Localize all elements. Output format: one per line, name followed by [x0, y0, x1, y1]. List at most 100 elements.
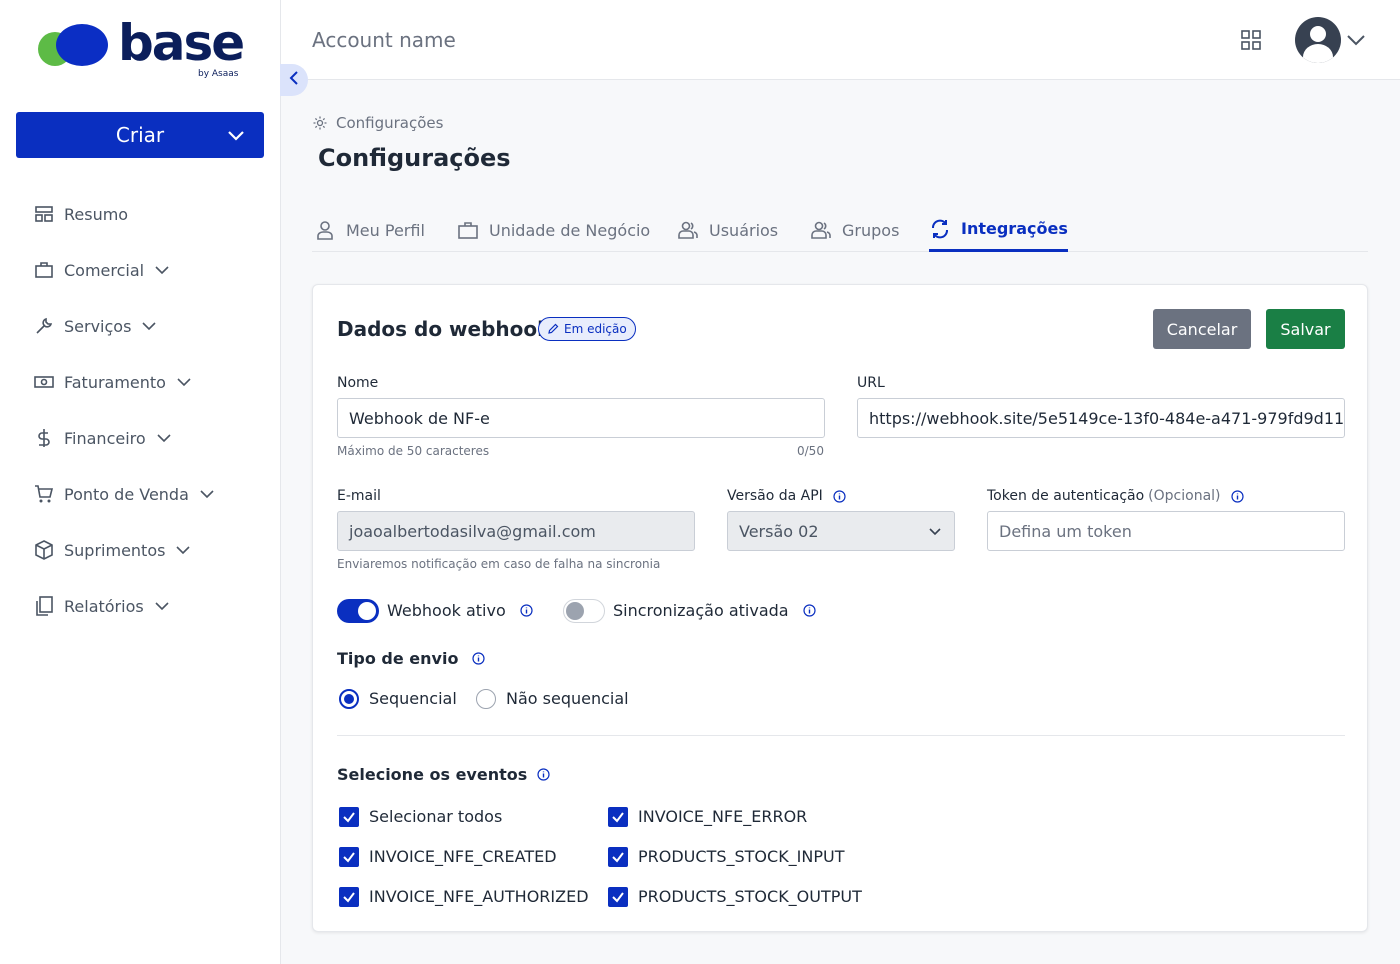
webhook-active-label: Webhook ativo: [387, 601, 533, 620]
sidebar-item-servicos[interactable]: Serviços: [0, 298, 281, 354]
name-field[interactable]: Webhook de NF-e: [337, 398, 825, 438]
chevron-down-icon: [141, 318, 157, 334]
radio-label-sequencial[interactable]: Sequencial: [369, 689, 457, 708]
info-icon[interactable]: [472, 652, 486, 665]
chevron-down-icon: [175, 542, 191, 558]
checkbox-label[interactable]: INVOICE_NFE_CREATED: [369, 847, 557, 866]
avatar[interactable]: [1295, 17, 1341, 63]
url-label: URL: [857, 375, 885, 391]
cart-icon: [34, 484, 54, 504]
webhook-active-toggle[interactable]: [337, 599, 379, 623]
url-label-text: URL: [857, 375, 885, 391]
chevron-down-icon[interactable]: [1345, 30, 1367, 50]
create-button[interactable]: Criar: [16, 112, 264, 158]
radio-sequencial[interactable]: [339, 689, 359, 709]
chevron-down-icon: [226, 125, 246, 145]
collapse-sidebar-button[interactable]: [280, 64, 308, 96]
sidebar: base by Asaas Criar Resumo Comercial Ser…: [0, 0, 281, 964]
info-icon[interactable]: [833, 489, 846, 503]
checkbox-products-stock-input[interactable]: [608, 847, 628, 867]
sidebar-item-ponto-de-venda[interactable]: Ponto de Venda: [0, 466, 281, 522]
chevron-down-icon: [154, 598, 170, 614]
info-icon[interactable]: [537, 768, 550, 781]
name-hint: Máximo de 50 caracteres: [337, 444, 490, 458]
chevron-down-icon: [154, 262, 170, 278]
tab-label: Grupos: [842, 220, 900, 240]
sidebar-item-faturamento[interactable]: Faturamento: [0, 354, 281, 410]
group-icon: [810, 219, 832, 241]
sync-toggle[interactable]: [563, 599, 605, 623]
page-title: Configurações: [318, 144, 511, 172]
sidebar-item-label: Serviços: [64, 316, 132, 336]
apps-grid-icon[interactable]: [1241, 30, 1261, 50]
token-label-text: Token de autenticação: [987, 488, 1145, 504]
checkbox-products-stock-output[interactable]: [608, 887, 628, 907]
checkbox-label[interactable]: Selecionar todos: [369, 807, 502, 826]
brand-logo[interactable]: base by Asaas: [36, 14, 256, 84]
briefcase-icon: [34, 260, 54, 280]
tab-usuarios[interactable]: Usuários: [677, 208, 778, 252]
checkbox-invoice-nfe-error[interactable]: [608, 807, 628, 827]
api-version-select[interactable]: Versão 02: [727, 511, 955, 551]
api-version-value: Versão 02: [739, 521, 819, 541]
checkbox-invoice-nfe-created[interactable]: [339, 847, 359, 867]
checkbox-label[interactable]: PRODUCTS_STOCK_OUTPUT: [638, 887, 862, 906]
user-icon: [314, 219, 336, 241]
chevron-down-icon: [928, 524, 942, 538]
events-title: Selecione os eventos: [337, 765, 550, 784]
toggle-knob: [566, 602, 584, 620]
brand-name: base: [118, 14, 245, 72]
sidebar-item-label: Faturamento: [64, 372, 166, 392]
tab-label: Meu Perfil: [346, 220, 425, 240]
radio-nao-sequencial[interactable]: [476, 689, 496, 709]
cash-icon: [34, 372, 54, 392]
checkbox-label[interactable]: INVOICE_NFE_ERROR: [638, 807, 807, 826]
box-icon: [34, 540, 54, 560]
chevron-left-icon: [287, 70, 301, 90]
sidebar-item-financeiro[interactable]: Financeiro: [0, 410, 281, 466]
sidebar-item-label: Ponto de Venda: [64, 484, 189, 504]
tab-label: Unidade de Negócio: [489, 220, 651, 240]
checkbox-label[interactable]: INVOICE_NFE_AUTHORIZED: [369, 887, 589, 906]
info-icon[interactable]: [802, 604, 816, 617]
checkbox-label[interactable]: PRODUCTS_STOCK_INPUT: [638, 847, 845, 866]
email-label-text: E-mail: [337, 488, 381, 504]
events-title-text: Selecione os eventos: [337, 765, 528, 784]
tab-meu-perfil[interactable]: Meu Perfil: [314, 208, 425, 252]
api-version-label: Versão da API: [727, 488, 846, 504]
logo-blue-circle: [56, 24, 108, 66]
name-counter: 0/50: [797, 444, 824, 458]
token-optional-text: (Opcional): [1148, 488, 1221, 504]
account-name[interactable]: Account name: [312, 28, 456, 52]
url-field[interactable]: https://webhook.site/5e5149ce-13f0-484e-…: [857, 398, 1345, 438]
tab-integracoes[interactable]: Integrações: [929, 208, 1068, 252]
cancel-button[interactable]: Cancelar: [1153, 309, 1251, 349]
sidebar-item-relatorios[interactable]: Relatórios: [0, 578, 281, 634]
check-icon: [343, 812, 355, 823]
info-icon[interactable]: [520, 604, 533, 617]
info-icon[interactable]: [1230, 489, 1244, 503]
check-icon: [343, 892, 355, 903]
sidebar-item-suprimentos[interactable]: Suprimentos: [0, 522, 281, 578]
brand-by-line: by Asaas: [198, 69, 239, 79]
divider: [337, 735, 1345, 736]
sidebar-nav: Resumo Comercial Serviços Faturamento Fi…: [0, 186, 281, 634]
save-button[interactable]: Salvar: [1266, 309, 1345, 349]
sync-icon: [929, 218, 951, 240]
name-label-text: Nome: [337, 375, 379, 391]
tab-unidade-de-negocio[interactable]: Unidade de Negócio: [457, 208, 650, 252]
checkbox-select-all[interactable]: [339, 807, 359, 827]
token-field[interactable]: Defina um token: [987, 511, 1345, 551]
tab-grupos[interactable]: Grupos: [810, 208, 899, 252]
chevron-down-icon: [199, 486, 215, 502]
checkbox-invoice-nfe-authorized[interactable]: [339, 887, 359, 907]
check-icon: [343, 852, 355, 863]
sidebar-item-label: Suprimentos: [64, 540, 166, 560]
sidebar-item-comercial[interactable]: Comercial: [0, 242, 281, 298]
sidebar-item-label: Resumo: [64, 204, 129, 224]
radio-label-nao-sequencial[interactable]: Não sequencial: [506, 689, 629, 708]
sidebar-item-resumo[interactable]: Resumo: [0, 186, 281, 242]
breadcrumb-label[interactable]: Configurações: [336, 114, 443, 132]
send-type-title-text: Tipo de envio: [337, 649, 459, 668]
chevron-down-icon: [176, 374, 192, 390]
